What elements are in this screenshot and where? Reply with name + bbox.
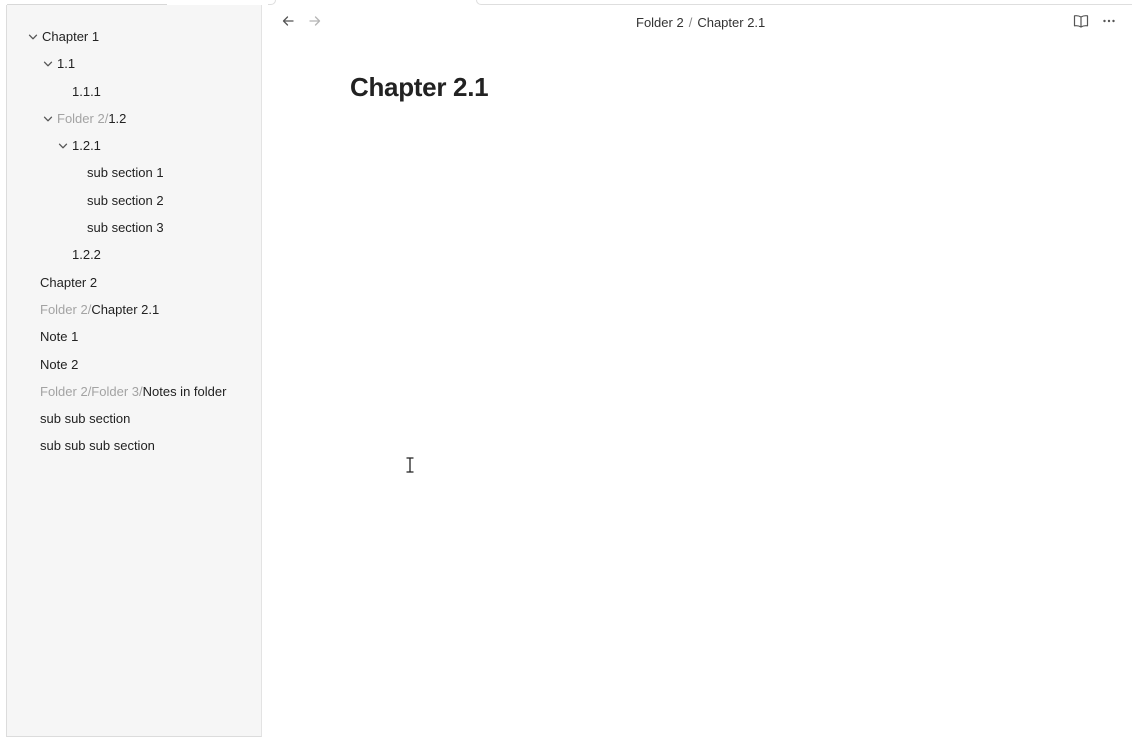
forward-button[interactable]	[306, 14, 324, 32]
chevron-down-icon[interactable]	[42, 58, 54, 70]
tree-item-note-2[interactable]: Note 2	[7, 352, 261, 379]
tree-item-sub-section-1[interactable]: sub section 1	[7, 160, 261, 187]
tree-item-label: 1.2	[108, 110, 127, 126]
tree-item-label: 1.1.1	[72, 83, 101, 99]
tree-item-label: 1.1	[57, 56, 76, 72]
tree-item-label: sub sub section	[40, 411, 131, 427]
tree-item-1-2-2[interactable]: 1.2.2	[7, 242, 261, 269]
more-options-icon	[1102, 14, 1116, 33]
tree-item-chapter-2-1[interactable]: Folder 2/Chapter 2.1	[7, 297, 261, 324]
reading-view-button[interactable]	[1072, 14, 1090, 32]
tree-item-label: sub sub sub section	[40, 438, 155, 454]
tree-item-label: sub section 2	[87, 192, 164, 208]
tree-item-1-1-1[interactable]: 1.1.1	[7, 79, 261, 106]
chevron-down-icon[interactable]	[57, 140, 69, 152]
tab-edge-left	[268, 0, 276, 5]
tree-item-sub-section-3[interactable]: sub section 3	[7, 215, 261, 242]
chevron-down-icon[interactable]	[42, 113, 54, 125]
breadcrumb: Folder 2 / Chapter 2.1	[636, 14, 765, 32]
tree-item-label: 1.2.1	[72, 138, 101, 154]
page-title[interactable]: Chapter 2.1	[350, 72, 489, 103]
file-tree: Chapter 1 1.1 1.1.1 Folder 2/1.2 1.2.1 s…	[7, 24, 261, 461]
tree-item-sub-section-2[interactable]: sub section 2	[7, 188, 261, 215]
breadcrumb-note-title[interactable]: Chapter 2.1	[697, 15, 765, 30]
arrow-left-icon	[281, 14, 295, 33]
tree-item-1-1[interactable]: 1.1	[7, 51, 261, 78]
tree-item-chapter-1[interactable]: Chapter 1	[7, 24, 261, 51]
sidebar-tab-edge	[7, 0, 167, 5]
chevron-down-icon[interactable]	[27, 31, 39, 43]
tree-item-label: 1.2.2	[72, 247, 101, 263]
tree-item-label: sub section 1	[87, 165, 164, 181]
tree-item-label: Chapter 1	[42, 29, 100, 44]
arrow-right-icon	[308, 14, 322, 33]
tree-item-label: Note 2	[40, 356, 79, 372]
sidebar: Chapter 1 1.1 1.1.1 Folder 2/1.2 1.2.1 s…	[6, 4, 262, 737]
tree-item-1-2[interactable]: Folder 2/1.2	[7, 106, 261, 133]
back-button[interactable]	[279, 14, 297, 32]
tree-item-chapter-2[interactable]: Chapter 2	[7, 270, 261, 297]
tree-item-sub-sub-sub-section[interactable]: sub sub sub section	[7, 433, 261, 460]
tree-item-folder-prefix: Folder 2/	[57, 110, 109, 126]
more-options-button[interactable]	[1100, 14, 1118, 32]
tree-item-label: Chapter 2.1	[91, 301, 160, 317]
tree-item-label: sub section 3	[87, 220, 164, 236]
tree-item-label: Notes in folder	[142, 383, 227, 399]
app-window: Chapter 1 1.1 1.1.1 Folder 2/1.2 1.2.1 s…	[0, 0, 1132, 739]
book-open-icon	[1073, 14, 1089, 33]
tree-item-1-2-1[interactable]: 1.2.1	[7, 133, 261, 160]
tree-item-label: Note 1	[40, 329, 79, 345]
tab-edge-right	[476, 0, 1132, 5]
tree-item-label: Chapter 2	[40, 274, 98, 290]
tree-item-folder-prefix: Folder 2/Folder 3/	[40, 383, 143, 399]
text-cursor-icon	[405, 457, 415, 473]
breadcrumb-folder[interactable]: Folder 2	[636, 15, 684, 30]
breadcrumb-separator: /	[688, 15, 693, 30]
tree-item-folder-prefix: Folder 2/	[40, 301, 92, 317]
tree-item-notes-in-folder[interactable]: Folder 2/Folder 3/Notes in folder	[7, 379, 261, 406]
tree-item-sub-sub-section[interactable]: sub sub section	[7, 406, 261, 433]
tree-item-note-1[interactable]: Note 1	[7, 324, 261, 351]
